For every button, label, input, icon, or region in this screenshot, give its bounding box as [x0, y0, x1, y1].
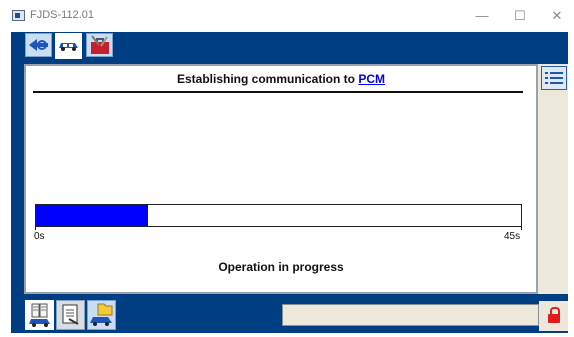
report-icon [62, 304, 79, 325]
minimize-button[interactable]: — [470, 6, 494, 26]
menu-button[interactable] [541, 66, 567, 90]
vehicle-icon [59, 43, 78, 51]
title-bar: FJDS-112.01 — ☐ ✕ [0, 0, 574, 32]
heading-divider [33, 91, 523, 93]
status-bar [282, 304, 539, 326]
network-tab[interactable] [25, 33, 52, 57]
network-connector-icon [29, 39, 48, 51]
operation-status: Operation in progress [218, 260, 344, 274]
vehicle-tab[interactable] [55, 33, 82, 59]
main-panel: Establishing communication to PCM 0s 45s… [24, 64, 538, 294]
data-logger-icon [29, 303, 50, 327]
pcm-link[interactable]: PCM [358, 72, 385, 86]
vehicle-folder-tab[interactable] [87, 300, 116, 330]
side-panel [538, 64, 568, 294]
toolbox-icon [91, 35, 109, 54]
progress-fill [36, 205, 148, 226]
application-frame: Establishing communication to PCM 0s 45s… [11, 32, 568, 333]
communication-heading: Establishing communication to PCM [26, 72, 536, 86]
toolbox-tab[interactable] [86, 33, 113, 57]
scale-start-tick [35, 227, 36, 230]
app-icon [12, 10, 25, 21]
vehicle-folder-icon [90, 303, 113, 326]
progress-bar [35, 204, 522, 227]
heading-text: Establishing communication to [176, 72, 359, 86]
close-button[interactable]: ✕ [545, 6, 569, 26]
maximize-button[interactable]: ☐ [508, 6, 532, 26]
data-logger-tab[interactable] [25, 300, 54, 330]
progress-scale-start: 0s [34, 231, 45, 242]
scale-end-tick [521, 227, 522, 230]
lock-indicator[interactable] [539, 301, 568, 331]
window-title: FJDS-112.01 [30, 9, 94, 21]
progress-scale-end: 45s [504, 231, 521, 242]
report-tab[interactable] [56, 300, 85, 330]
